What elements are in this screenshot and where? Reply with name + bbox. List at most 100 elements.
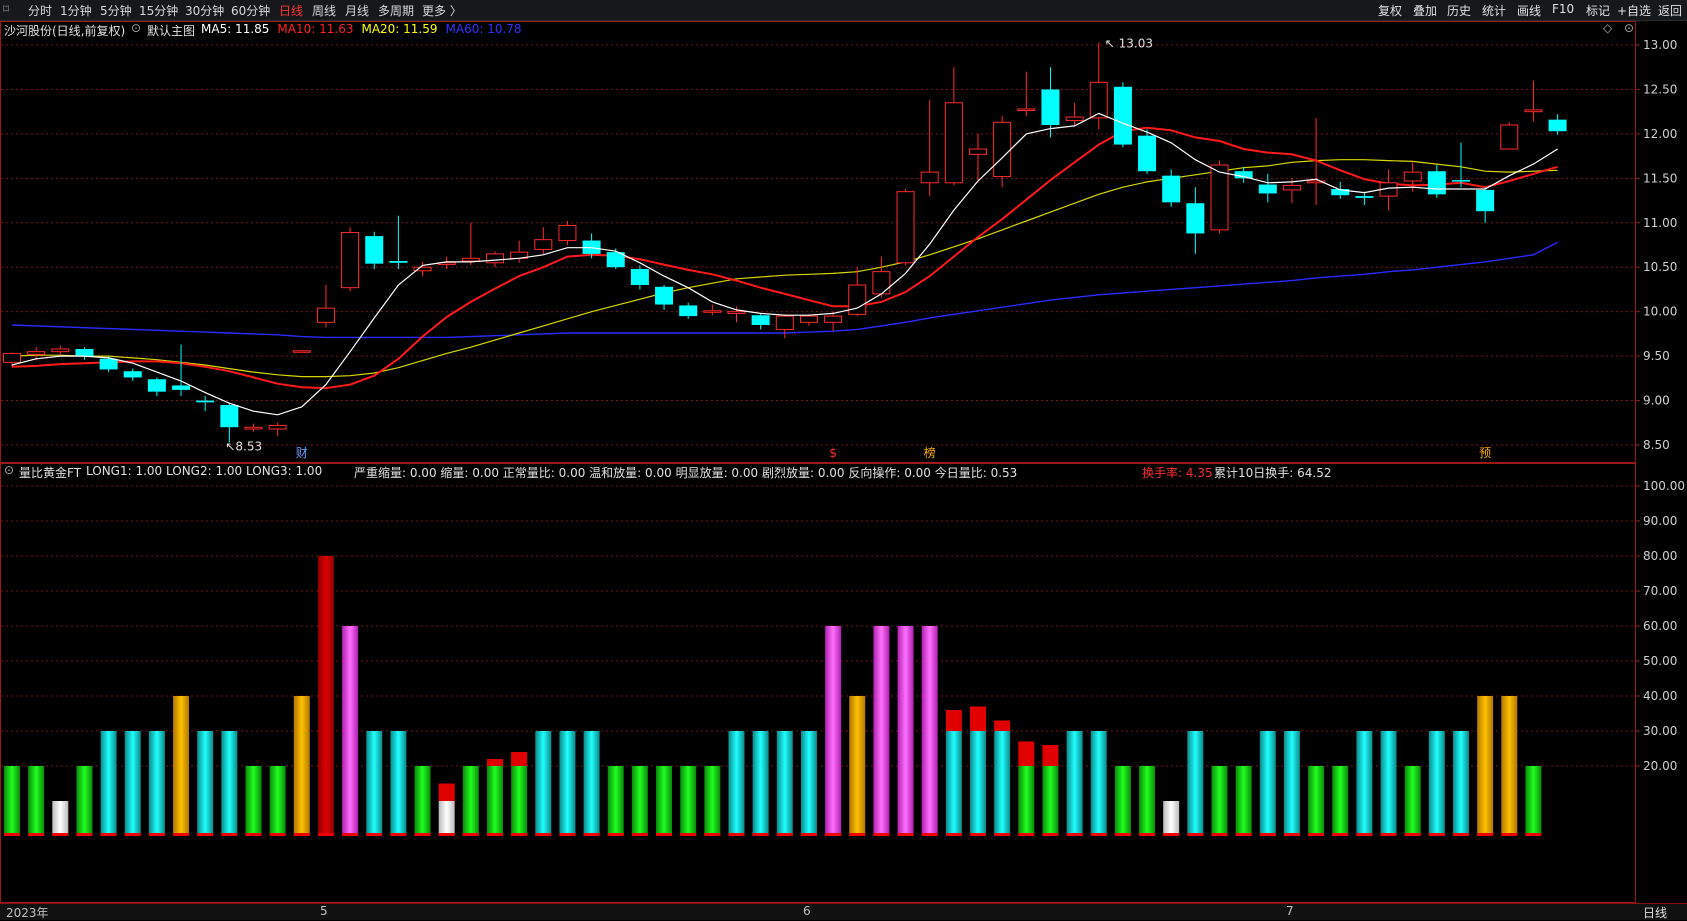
event-marker-0: 财 (296, 446, 308, 460)
volume-bar (414, 766, 431, 836)
volume-bar (825, 626, 842, 836)
volume-tick-label: 20.00 (1643, 759, 1677, 773)
volume-bar (945, 731, 962, 836)
volume-bar (559, 731, 576, 836)
volume-bar (1018, 766, 1035, 836)
candle-body (920, 171, 939, 184)
volume-bar-base (1404, 833, 1421, 836)
period-tab-2[interactable]: 5分钟 (100, 2, 132, 19)
volume-bar-base (148, 833, 165, 836)
candle-body (147, 379, 166, 392)
volume-bar-base (1259, 833, 1276, 836)
candle-body (172, 385, 191, 390)
price-tick-label: 13.00 (1643, 38, 1677, 52)
tool-button-8[interactable]: 返回 (1658, 2, 1682, 19)
volume-bar-cap (994, 720, 1011, 731)
volume-bar-base (342, 833, 359, 836)
volume-bar-base (1018, 833, 1035, 836)
volume-bar-base (76, 833, 93, 836)
candle-body (1017, 108, 1036, 111)
candle-body (1548, 119, 1567, 132)
main-plot-frame (0, 21, 1636, 463)
volume-bar (1308, 766, 1325, 836)
volume-bar (221, 731, 238, 836)
price-tick-label: 9.50 (1643, 349, 1670, 363)
candle-body (1210, 164, 1229, 231)
candle-body (1089, 81, 1108, 119)
volume-tick-label: 40.00 (1643, 689, 1677, 703)
volume-bar (390, 731, 407, 836)
event-marker-2: 榜 (924, 445, 936, 460)
volume-bar (1114, 766, 1131, 836)
volume-bar-cap (511, 752, 528, 766)
candle-body (365, 236, 384, 264)
volume-bar (28, 766, 45, 836)
volume-bar (535, 731, 552, 836)
volume-bar-base (1501, 833, 1518, 836)
volume-bar-base (100, 833, 117, 836)
period-tab-3[interactable]: 15分钟 (139, 2, 178, 19)
volume-bar (849, 696, 866, 836)
indicator-plot-frame (0, 463, 1636, 903)
volume-bar-base (873, 833, 890, 836)
tool-button-4[interactable]: 画线 (1517, 2, 1541, 19)
volume-bar-cap (487, 759, 503, 766)
volume-bar (173, 696, 190, 836)
volume-bar-base (800, 833, 817, 836)
period-tab-9[interactable]: 多周期 (378, 2, 414, 19)
kline-chart[interactable]: 8.50 9.00 9.50 10.00 10.50 11.00 11.50 12.00 12.… (0, 21, 1687, 903)
volume-bar-base (1356, 833, 1373, 836)
tool-button-2[interactable]: 历史 (1447, 2, 1471, 19)
tool-button-7[interactable]: +自选 (1617, 2, 1651, 19)
candle-body (316, 307, 335, 323)
candle-body (944, 102, 963, 184)
volume-bar-base (1163, 833, 1180, 836)
volume-bar (776, 731, 793, 836)
volume-bar-base (776, 833, 793, 836)
event-marker-3: 预 (1479, 446, 1491, 460)
period-tab-4[interactable]: 30分钟 (185, 2, 224, 19)
tool-button-6[interactable]: 标记 (1586, 2, 1610, 19)
candle-body (969, 148, 987, 155)
volume-bar-base (124, 833, 141, 836)
period-tab-8[interactable]: 月线 (345, 2, 369, 19)
period-tab-7[interactable]: 周线 (312, 2, 336, 19)
volume-bar (728, 731, 745, 836)
period-tab-0[interactable]: 分时 (28, 2, 52, 19)
candle-body (534, 239, 553, 250)
candle-body (1427, 171, 1446, 195)
period-tab-6[interactable]: 日线 (279, 2, 303, 19)
volume-bar (1525, 766, 1542, 836)
volume-bar (800, 731, 817, 836)
volume-bar (342, 626, 359, 836)
candle-body (799, 315, 818, 323)
candle-body (872, 271, 891, 295)
candle-body (1234, 171, 1253, 179)
volume-bar (1090, 731, 1107, 836)
tool-button-1[interactable]: 叠加 (1413, 2, 1437, 19)
candle-body (1524, 109, 1543, 113)
volume-bar-base (438, 833, 455, 836)
period-indicator[interactable]: 日线 (1643, 904, 1667, 921)
volume-bar-base (52, 833, 69, 836)
tool-button-0[interactable]: 复权 (1378, 2, 1402, 19)
volume-bar-base (559, 833, 576, 836)
period-tab-10[interactable]: 更多 〉 (422, 2, 462, 19)
period-tab-1[interactable]: 1分钟 (60, 2, 92, 19)
candle-body (1403, 171, 1422, 182)
tool-button-5[interactable]: F10 (1552, 2, 1574, 16)
volume-bar-base (752, 833, 769, 836)
candle-body (461, 257, 480, 262)
volume-bar-base (1525, 833, 1542, 836)
volume-bar (873, 626, 890, 836)
tool-button-3[interactable]: 统计 (1482, 2, 1506, 19)
volume-bar-base (269, 833, 286, 836)
candle-body (679, 305, 698, 317)
period-tab-5[interactable]: 60分钟 (231, 2, 270, 19)
restore-icon[interactable]: ⌑ (3, 2, 9, 16)
candle-body (655, 286, 674, 305)
candle-body (1355, 196, 1374, 198)
candle-body (1282, 184, 1301, 191)
volume-bar-base (994, 833, 1011, 836)
volume-bar-base (245, 833, 262, 836)
